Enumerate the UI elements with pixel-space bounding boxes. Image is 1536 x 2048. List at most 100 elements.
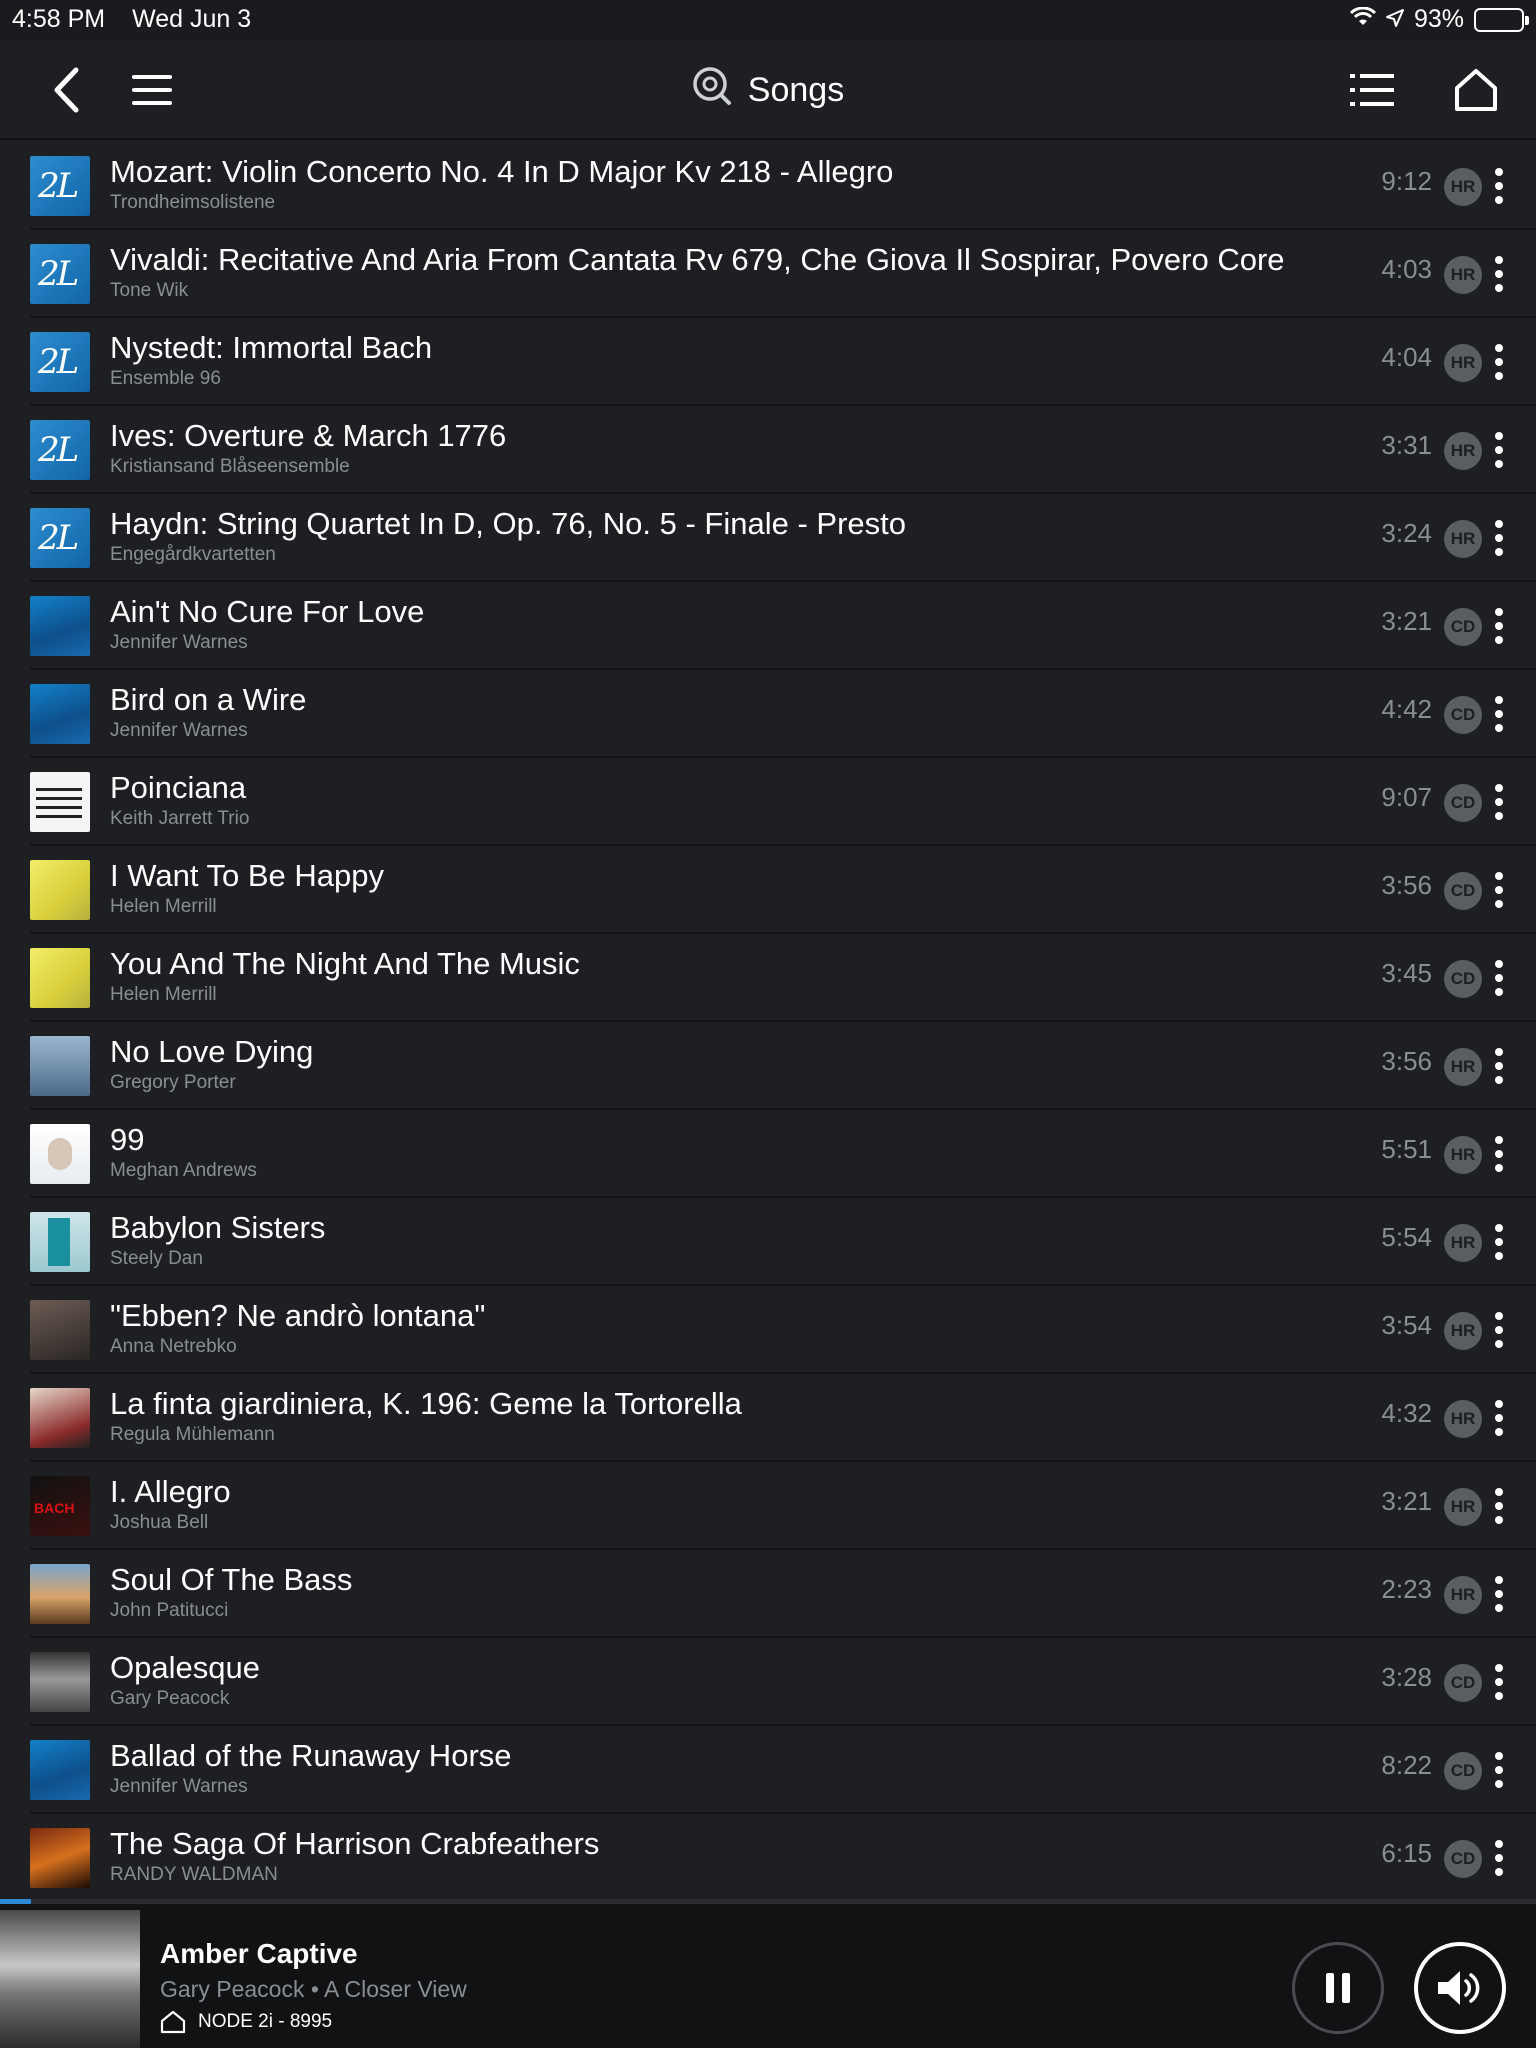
more-options-button[interactable] bbox=[1484, 776, 1514, 828]
album-art[interactable] bbox=[30, 244, 90, 304]
album-art[interactable] bbox=[30, 1124, 90, 1184]
album-art[interactable] bbox=[30, 772, 90, 832]
queue-button[interactable] bbox=[1342, 60, 1402, 120]
song-duration: 9:12 bbox=[1381, 166, 1432, 196]
song-row[interactable]: Ain't No Cure For Love Jennifer Warnes 3:2… bbox=[0, 582, 1536, 670]
song-artist: Jennifer Warnes bbox=[110, 1776, 248, 1797]
album-art[interactable] bbox=[30, 508, 90, 568]
more-icon bbox=[1495, 534, 1503, 542]
back-button[interactable] bbox=[36, 60, 96, 120]
quality-badge: CD bbox=[1444, 784, 1482, 822]
album-art[interactable] bbox=[30, 1212, 90, 1272]
song-duration: 3:54 bbox=[1381, 1310, 1432, 1340]
quality-badge: HR bbox=[1444, 1048, 1482, 1086]
now-playing-bar[interactable]: Amber Captive Gary Peacock • A Closer Vi… bbox=[0, 1904, 1536, 2048]
album-art[interactable] bbox=[30, 596, 90, 656]
song-artist: Kristiansand Blåseensemble bbox=[110, 456, 350, 477]
more-options-button[interactable] bbox=[1484, 600, 1514, 652]
more-icon bbox=[1495, 446, 1503, 454]
song-artist: Helen Merrill bbox=[110, 896, 217, 917]
more-options-button[interactable] bbox=[1484, 1392, 1514, 1444]
album-art[interactable] bbox=[30, 684, 90, 744]
quality-badge: HR bbox=[1444, 344, 1482, 382]
song-row[interactable]: No Love Dying Gregory Porter 3:56 HR bbox=[0, 1022, 1536, 1110]
song-title: You And The Night And The Music bbox=[110, 946, 580, 981]
quality-badge: CD bbox=[1444, 696, 1482, 734]
song-row[interactable]: Opalesque Gary Peacock 3:28 CD bbox=[0, 1638, 1536, 1726]
more-icon bbox=[1495, 1488, 1503, 1496]
album-art[interactable] bbox=[30, 1476, 90, 1536]
home-button[interactable] bbox=[1446, 60, 1506, 120]
song-row[interactable]: You And The Night And The Music Helen Mer… bbox=[0, 934, 1536, 1022]
song-row[interactable]: Bird on a Wire Jennifer Warnes 4:42 CD bbox=[0, 670, 1536, 758]
more-icon bbox=[1495, 1150, 1503, 1158]
album-art[interactable] bbox=[30, 1300, 90, 1360]
more-options-button[interactable] bbox=[1484, 1568, 1514, 1620]
home-icon bbox=[1455, 69, 1497, 111]
song-row[interactable]: Soul Of The Bass John Patitucci 2:23 HR bbox=[0, 1550, 1536, 1638]
more-options-button[interactable] bbox=[1484, 336, 1514, 388]
song-artist: Gary Peacock bbox=[110, 1688, 230, 1709]
album-art[interactable] bbox=[30, 860, 90, 920]
song-artist: Meghan Andrews bbox=[110, 1160, 257, 1181]
more-options-button[interactable] bbox=[1484, 688, 1514, 740]
more-options-button[interactable] bbox=[1484, 1744, 1514, 1796]
song-duration: 3:21 bbox=[1381, 606, 1432, 636]
song-duration: 4:42 bbox=[1381, 694, 1432, 724]
more-options-button[interactable] bbox=[1484, 952, 1514, 1004]
song-artist: RANDY WALDMAN bbox=[110, 1864, 278, 1885]
more-options-button[interactable] bbox=[1484, 512, 1514, 564]
album-art[interactable] bbox=[30, 156, 90, 216]
album-art[interactable] bbox=[30, 1036, 90, 1096]
song-row[interactable]: I. Allegro Joshua Bell 3:21 HR bbox=[0, 1462, 1536, 1550]
album-art[interactable] bbox=[30, 420, 90, 480]
song-duration: 6:15 bbox=[1381, 1838, 1432, 1868]
location-icon bbox=[1385, 5, 1404, 34]
pause-button[interactable] bbox=[1292, 1942, 1384, 2034]
song-row[interactable]: "Ebben? Ne andrò lontana" Anna Netrebko 3:… bbox=[0, 1286, 1536, 1374]
album-art[interactable] bbox=[30, 1564, 90, 1624]
more-options-button[interactable] bbox=[1484, 1656, 1514, 1708]
now-playing-device[interactable]: NODE 2i - 8995 bbox=[160, 2010, 332, 2034]
more-options-button[interactable] bbox=[1484, 1216, 1514, 1268]
now-playing-album-art[interactable] bbox=[0, 1910, 140, 2048]
song-row[interactable]: La finta giardiniera, K. 196: Geme la To… bbox=[0, 1374, 1536, 1462]
song-row[interactable]: Babylon Sisters Steely Dan 5:54 HR bbox=[0, 1198, 1536, 1286]
more-options-button[interactable] bbox=[1484, 248, 1514, 300]
more-options-button[interactable] bbox=[1484, 160, 1514, 212]
more-icon bbox=[1495, 1516, 1503, 1524]
album-art[interactable] bbox=[30, 332, 90, 392]
song-row[interactable]: Haydn: String Quartet In D, Op. 76, No. … bbox=[0, 494, 1536, 582]
album-art[interactable] bbox=[30, 1388, 90, 1448]
more-options-button[interactable] bbox=[1484, 424, 1514, 476]
more-icon bbox=[1495, 1854, 1503, 1862]
more-options-button[interactable] bbox=[1484, 1832, 1514, 1884]
song-row[interactable]: Mozart: Violin Concerto No. 4 In D Major… bbox=[0, 142, 1536, 230]
song-row[interactable]: Ives: Overture & March 1776 Kristiansand … bbox=[0, 406, 1536, 494]
quality-badge: CD bbox=[1444, 872, 1482, 910]
song-row[interactable]: I Want To Be Happy Helen Merrill 3:56 CD bbox=[0, 846, 1536, 934]
album-art[interactable] bbox=[30, 1828, 90, 1888]
menu-button[interactable] bbox=[122, 60, 182, 120]
more-icon bbox=[1495, 1780, 1503, 1788]
album-art[interactable] bbox=[30, 948, 90, 1008]
more-options-button[interactable] bbox=[1484, 1128, 1514, 1180]
song-row[interactable]: 99 Meghan Andrews 5:51 HR bbox=[0, 1110, 1536, 1198]
album-art[interactable] bbox=[30, 1652, 90, 1712]
more-options-button[interactable] bbox=[1484, 1304, 1514, 1356]
song-row[interactable]: Nystedt: Immortal Bach Ensemble 96 4:04 HR bbox=[0, 318, 1536, 406]
song-row[interactable]: Poinciana Keith Jarrett Trio 9:07 CD bbox=[0, 758, 1536, 846]
more-options-button[interactable] bbox=[1484, 1480, 1514, 1532]
song-row[interactable]: Vivaldi: Recitative And Aria From Cantat… bbox=[0, 230, 1536, 318]
more-icon bbox=[1495, 622, 1503, 630]
search-icon[interactable] bbox=[692, 66, 732, 115]
more-options-button[interactable] bbox=[1484, 864, 1514, 916]
song-row[interactable]: The Saga Of Harrison Crabfeathers RANDY W… bbox=[0, 1814, 1536, 1902]
song-row[interactable]: Ballad of the Runaway Horse Jennifer Warn… bbox=[0, 1726, 1536, 1814]
more-options-button[interactable] bbox=[1484, 1040, 1514, 1092]
more-icon bbox=[1495, 1678, 1503, 1686]
more-icon bbox=[1495, 886, 1503, 894]
volume-button[interactable] bbox=[1414, 1942, 1506, 2034]
album-art[interactable] bbox=[30, 1740, 90, 1800]
more-icon bbox=[1495, 1164, 1503, 1172]
